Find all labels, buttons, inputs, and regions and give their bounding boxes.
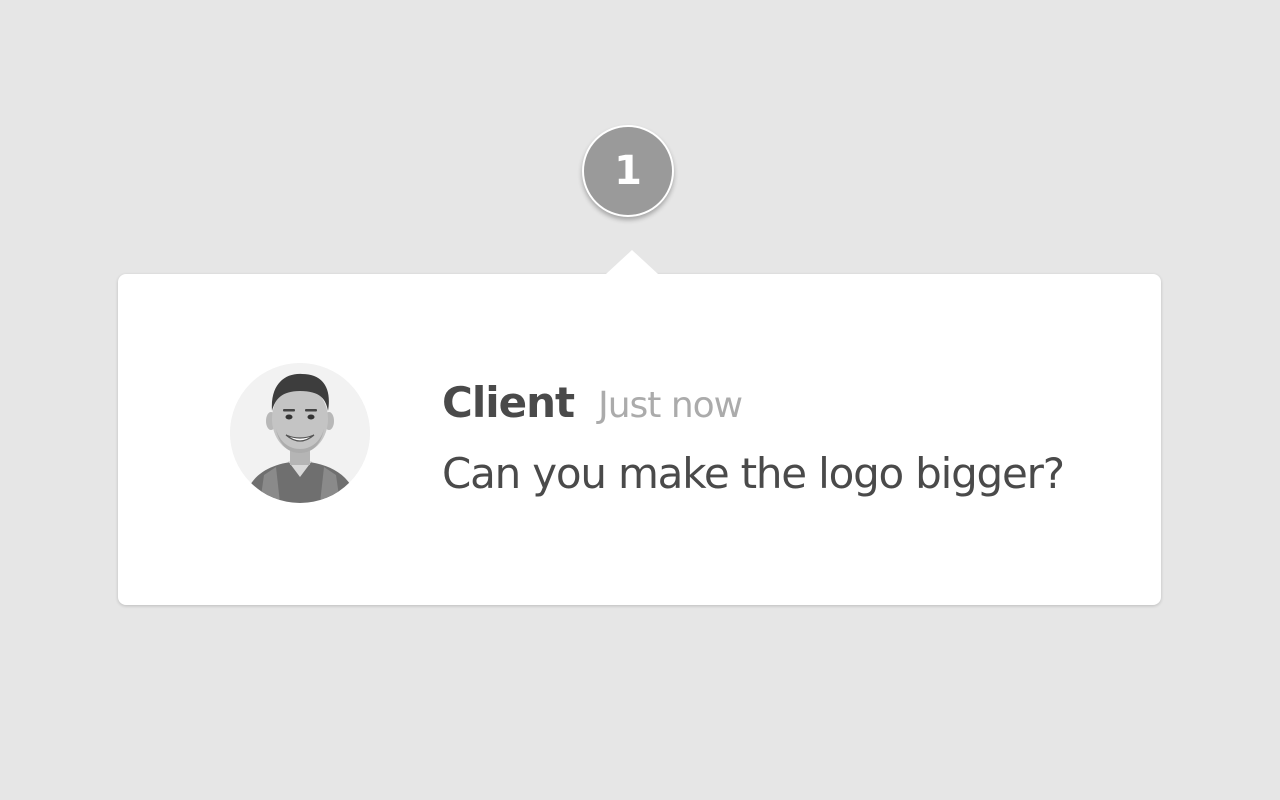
avatar (230, 363, 370, 503)
popover-pointer (606, 250, 658, 274)
comment-body: Client Just now Can you make the logo bi… (442, 378, 1142, 498)
comment-popover: Client Just now Can you make the logo bi… (118, 250, 1161, 605)
comment-pin-number: 1 (614, 148, 642, 194)
comment-message: Can you make the logo bigger? (442, 449, 1065, 498)
comment-meta: Client Just now (442, 378, 1142, 427)
comment-author: Client (442, 378, 575, 427)
canvas: 1 Client Just now Can you make the logo … (0, 0, 1280, 800)
user-avatar-icon (230, 363, 370, 503)
comment-pin-marker[interactable]: 1 (582, 125, 674, 217)
comment-timestamp: Just now (598, 385, 743, 426)
